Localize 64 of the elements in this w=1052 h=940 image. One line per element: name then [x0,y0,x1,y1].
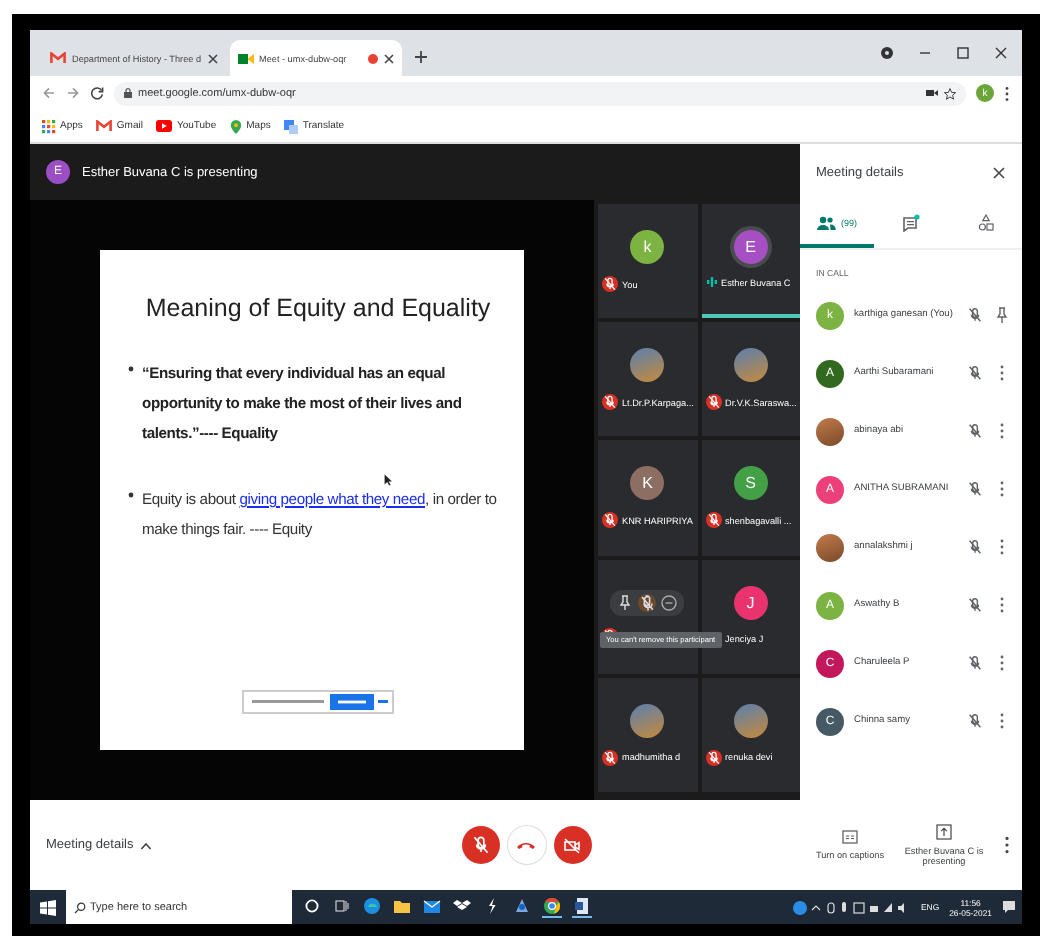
mic-off-icon [469,834,491,856]
gmail-icon [50,52,66,64]
forward-arrow-icon[interactable] [66,86,80,100]
slide-title: Meaning of Equity and Equality [145,294,491,322]
browser-icon[interactable] [362,896,382,918]
photo-placeholder [733,348,768,383]
microphone-button[interactable] [461,826,499,864]
mail-icon[interactable] [422,896,442,918]
photo-placeholder [630,348,665,383]
translate-icon [284,119,299,133]
document-icon[interactable] [572,896,592,918]
windows-logo-icon[interactable] [40,899,56,915]
mouse-cursor-icon [384,474,392,486]
mic-off-icon[interactable] [638,593,657,612]
bullet-dot-icon [128,492,134,498]
circle-icon[interactable] [302,896,322,918]
close-icon[interactable] [994,46,1008,60]
shapes-icon [977,213,993,231]
star-icon[interactable] [944,87,956,99]
camera-indicator-icon [926,88,938,98]
more-icon[interactable] [1004,85,1010,101]
maximize-icon[interactable] [956,46,970,60]
photo-placeholder [630,703,665,738]
camera-button[interactable] [553,826,591,864]
caret-up-icon [139,841,152,849]
folder-icon[interactable] [392,896,412,918]
participant-avatar: k [630,230,665,265]
photo-placeholder [816,533,844,561]
back-arrow-icon[interactable] [42,86,56,100]
minimize-icon[interactable] [918,46,932,60]
apps-grid-icon [42,119,56,133]
camera-off-icon [562,835,582,855]
present-screen-icon [936,824,952,840]
photo-placeholder [816,417,844,445]
app-icon[interactable] [512,896,532,918]
close-icon[interactable] [992,165,1006,179]
phone-icon [516,840,536,850]
task-view-icon[interactable] [332,896,352,918]
captions-icon [841,830,858,844]
search-icon [74,901,86,913]
extension-icon[interactable] [880,46,894,60]
new-tab-plus-icon[interactable] [414,50,429,64]
remove-icon[interactable] [660,593,679,612]
participant-avatar: K [630,466,665,501]
pin-icon[interactable] [994,306,1010,324]
gmail-icon [96,120,113,132]
chrome-icon[interactable] [542,896,562,918]
lock-icon [124,88,132,98]
close-icon[interactable] [384,53,395,63]
notification-icon[interactable] [1002,900,1016,914]
play-icon [156,120,173,132]
video-camera-icon [237,51,254,65]
participant-avatar: J [733,585,768,620]
map-pin-icon [230,119,243,133]
close-icon[interactable] [207,53,218,63]
participant-avatar: E [733,230,768,265]
reload-icon[interactable] [90,86,104,100]
people-icon [816,215,837,229]
pin-icon[interactable] [616,593,635,612]
leave-call-button[interactable] [507,826,545,864]
more-icon[interactable] [1004,836,1010,854]
photo-placeholder [733,703,768,738]
bullet-dot-icon [128,366,134,372]
participant-avatar: S [733,466,768,501]
